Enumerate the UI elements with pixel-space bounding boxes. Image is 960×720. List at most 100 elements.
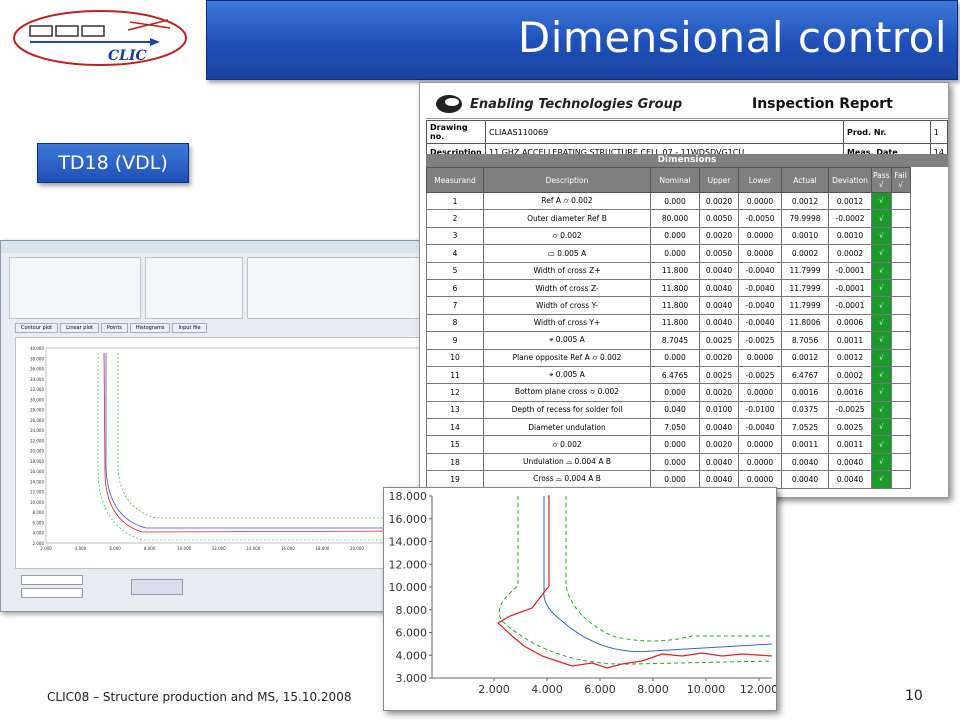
fail-cell [890,418,911,437]
tab-histograms[interactable]: Histograms [129,323,171,333]
fail-cell [890,331,911,350]
y-tick-label: 6.000 [396,627,428,640]
table-row: 1 Ref A ⌭ 0.002 0.000 0.0020 0.0000 0.0012 0.0… [426,191,911,211]
table-row: 4 ▭ 0.005 A 0.000 0.0050 0.0000 0.0002 0.0002 √ [426,244,911,263]
actual-cell: 0.0016 [781,383,829,402]
input-panel [9,257,141,319]
table-row: 6 Width of cross Z- 11.800 0.0040 -0.0040 11.… [426,278,911,298]
col-lower: Lower [738,167,782,193]
table-row: 12 Bottom plane cross ⌭ 0.002 0.000 0.0020 0… [426,383,911,402]
nominal-cell: 80.000 [650,209,700,228]
actual-cell: 0.0375 [781,400,829,420]
prod-label: Prod. Nr. [842,120,931,144]
table-row: 15 ⌭ 0.002 0.000 0.0020 0.0000 0.0011 0.0011 √ [426,435,911,454]
actual-cell: 0.0010 [781,226,829,246]
upper-cell: 0.0040 [699,418,739,437]
nominal-cell: 0.000 [650,191,700,211]
deviation-cell: 0.0006 [828,313,872,333]
y-tick-label: 36.000 [30,367,44,372]
software-tabs: Contour plot Linear plot Points Histograms I… [15,323,209,333]
lower-cell: -0.0040 [738,418,782,437]
col-deviation: Deviation [828,167,872,193]
tab-input-file[interactable]: Input file [172,323,207,333]
y-tick-label: 8.000 [396,604,428,617]
logo-text: CLIC [108,48,147,64]
zoom-tools[interactable] [131,579,183,595]
prod-value: 1 [929,120,948,144]
measurement-field[interactable] [21,575,83,585]
col-nominal: Nominal [650,167,700,193]
pass-check: √ [871,191,892,211]
actual-cell: 0.0040 [781,470,829,489]
fail-cell [890,191,911,211]
y-tick-label: 18.000 [389,490,428,503]
tab-linear-plot[interactable]: Linear plot [60,323,99,333]
description-cell: Ref A ⌭ 0.002 [483,191,651,211]
deviation-cell: -0.0001 [828,278,872,298]
measurand-cell: 6 [426,278,484,298]
deviation-cell: 0.0012 [828,348,872,367]
description-cell: Cross ⌓ 0.004 A B [483,470,651,489]
y-tick-label: 24.000 [30,428,44,433]
actual-cell: 7.0525 [781,418,829,437]
upper-cell: 0.0040 [699,313,739,333]
table-row: 3 ⌭ 0.002 0.000 0.0020 0.0000 0.0010 0.0010 √ [426,226,911,246]
nominal-cell: 8.7045 [650,331,700,350]
col-upper: Upper [699,167,739,193]
tab-contour-plot[interactable]: Contour plot [15,323,59,333]
fail-cell [890,209,911,228]
upper-cell: 0.0040 [699,261,739,280]
table-row: 5 Width of cross Z+ 11.800 0.0040 -0.0040 11.… [426,261,911,280]
measurand-cell: 18 [426,452,484,472]
pass-check: √ [871,383,892,402]
table-row: 8 Width of cross Y+ 11.800 0.0040 -0.0040 11.… [426,313,911,333]
description-cell: Width of cross Z+ [483,261,651,280]
actual-cell: 11.7999 [781,296,829,315]
y-tick-label: 34.000 [30,377,44,382]
upper-cell: 0.0040 [699,278,739,298]
upper-cell: 0.0020 [699,435,739,454]
y-tick-label: 22.000 [30,438,44,443]
fail-cell [890,435,911,454]
pass-check: √ [871,452,892,472]
x-tick-label: 6.000 [584,683,616,696]
x-tick-label: 10.000 [687,683,726,696]
lower-cell: -0.0040 [738,261,782,280]
measurand-cell: 4 [426,244,484,263]
pass-check: √ [871,296,892,315]
nominal-cell: 0.000 [650,470,700,489]
deviation-cell: -0.0025 [828,400,872,420]
y-tick-label: 14.000 [389,536,428,549]
measurand-cell: 10 [426,348,484,367]
description-cell: Diameter undulation [483,418,651,437]
fail-cell [890,313,911,333]
report-header: Enabling Technologies Group Inspection R… [426,88,948,119]
deviation-cell: 0.0011 [828,331,872,350]
tab-points[interactable]: Points [100,323,128,333]
calculations-panel [247,257,437,319]
scan-data-panel [145,257,243,319]
x-tick-label: 12.000 [740,683,776,696]
fail-cell [890,365,911,385]
measurement-controls [21,575,201,605]
upper-cell: 0.0020 [699,348,739,367]
description-cell: Width of cross Y+ [483,313,651,333]
x-tick-label: 18.000 [315,546,329,551]
nominal-cell: 11.800 [650,278,700,298]
description-cell: Depth of recess for solder foil [483,400,651,420]
slide-title: Dimensional control [517,13,947,62]
description-cell: Width of cross Z- [483,278,651,298]
fail-cell [890,452,911,472]
pass-check: √ [871,261,892,280]
pass-check: √ [871,313,892,333]
x-tick-label: 2.000 [40,546,52,551]
height-field[interactable] [21,588,83,598]
pass-check: √ [871,365,892,385]
fail-cell [890,244,911,263]
y-tick-label: 16.000 [30,469,44,474]
lower-cell: 0.0000 [738,348,782,367]
x-tick-label: 14.000 [246,546,260,551]
lower-cell: -0.0025 [738,331,782,350]
deviation-cell: 0.0040 [828,452,872,472]
measurand-cell: 13 [426,400,484,420]
